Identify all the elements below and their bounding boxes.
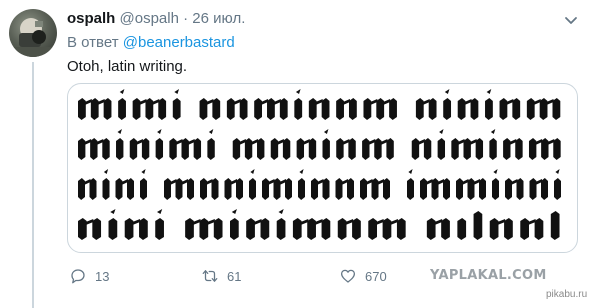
reply-count: 13: [95, 268, 110, 284]
blackletter-line: [78, 89, 561, 120]
blackletter-text-image: [78, 89, 561, 240]
like-count: 670: [365, 268, 387, 284]
avatar[interactable]: [9, 9, 57, 57]
blackletter-line: [78, 129, 561, 160]
retweet-action[interactable]: 61: [201, 265, 241, 287]
reply-handle-link[interactable]: @beanerbastard: [123, 34, 235, 51]
like-action[interactable]: 670: [339, 265, 387, 287]
site-tag: pikabu.ru: [546, 289, 588, 300]
retweet-count: 61: [227, 268, 242, 284]
media-image[interactable]: [67, 83, 578, 253]
retweet-icon: [202, 270, 218, 282]
thread-line: [32, 62, 34, 308]
user-handle[interactable]: @ospalh: [120, 10, 179, 27]
tweet-date[interactable]: 26 июл.: [192, 10, 245, 27]
separator-dot: ·: [183, 10, 189, 27]
reply-context: В ответ @beanerbastard: [67, 34, 235, 52]
blackletter-line: [78, 209, 560, 240]
reply-action[interactable]: 13: [69, 265, 109, 287]
tweet-header: ospalh @ospalh · 26 июл.: [67, 10, 245, 28]
tweet: ospalh @ospalh · 26 июл. В ответ @beaner…: [0, 0, 594, 308]
blackletter-line: [78, 169, 561, 200]
yaplakal-watermark: YAPLAKAL.COM: [430, 268, 547, 283]
avatar-photo: [9, 18, 57, 57]
reply-prefix: В ответ: [67, 34, 119, 51]
tweet-text: Otoh, latin writing.: [67, 58, 188, 75]
chevron-down-icon[interactable]: [561, 10, 581, 30]
reply-icon: [71, 269, 85, 284]
heart-icon: [340, 269, 356, 283]
display-name[interactable]: ospalh: [67, 10, 115, 27]
